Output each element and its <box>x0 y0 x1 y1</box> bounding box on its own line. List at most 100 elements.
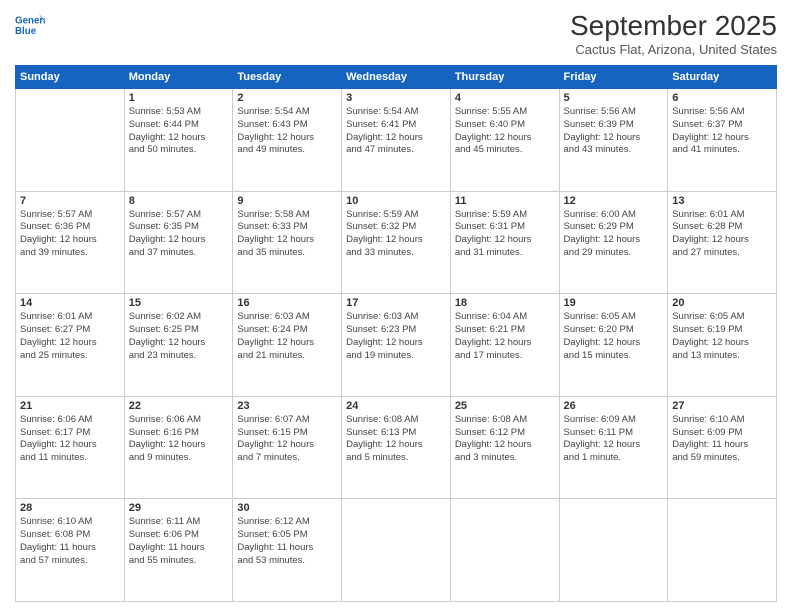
day-info: Sunrise: 6:05 AM Sunset: 6:20 PM Dayligh… <box>564 311 664 362</box>
day-info: Sunrise: 5:55 AM Sunset: 6:40 PM Dayligh… <box>455 106 555 157</box>
calendar-cell: 6 Sunrise: 5:56 AM Sunset: 6:37 PM Daylig… <box>668 89 777 192</box>
calendar-cell: 8 Sunrise: 5:57 AM Sunset: 6:35 PM Daylig… <box>124 191 233 294</box>
day-number: 18 <box>455 297 555 309</box>
day-info: Sunrise: 6:03 AM Sunset: 6:24 PM Dayligh… <box>237 311 337 362</box>
day-info: Sunrise: 6:02 AM Sunset: 6:25 PM Dayligh… <box>129 311 229 362</box>
day-info: Sunrise: 6:01 AM Sunset: 6:27 PM Dayligh… <box>20 311 120 362</box>
day-number: 15 <box>129 297 229 309</box>
day-info: Sunrise: 5:57 AM Sunset: 6:36 PM Dayligh… <box>20 209 120 260</box>
day-info: Sunrise: 6:06 AM Sunset: 6:17 PM Dayligh… <box>20 414 120 465</box>
day-number: 20 <box>672 297 772 309</box>
day-info: Sunrise: 6:00 AM Sunset: 6:29 PM Dayligh… <box>564 209 664 260</box>
weekday-header-monday: Monday <box>124 66 233 89</box>
day-info: Sunrise: 5:59 AM Sunset: 6:31 PM Dayligh… <box>455 209 555 260</box>
day-number: 10 <box>346 195 446 207</box>
calendar-cell <box>16 89 125 192</box>
day-number: 13 <box>672 195 772 207</box>
calendar-cell: 21 Sunrise: 6:06 AM Sunset: 6:17 PM Dayli… <box>16 396 125 499</box>
calendar-cell <box>342 499 451 602</box>
calendar-cell: 28 Sunrise: 6:10 AM Sunset: 6:08 PM Dayli… <box>16 499 125 602</box>
calendar-cell: 18 Sunrise: 6:04 AM Sunset: 6:21 PM Dayli… <box>450 294 559 397</box>
svg-text:General: General <box>15 16 45 27</box>
day-number: 27 <box>672 400 772 412</box>
calendar-cell: 29 Sunrise: 6:11 AM Sunset: 6:06 PM Dayli… <box>124 499 233 602</box>
page: General Blue September 2025 Cactus Flat,… <box>0 0 792 612</box>
calendar-cell: 25 Sunrise: 6:08 AM Sunset: 6:12 PM Dayli… <box>450 396 559 499</box>
day-number: 21 <box>20 400 120 412</box>
calendar-cell: 4Sunrise: 5:55 AM Sunset: 6:40 PM Daylig… <box>450 89 559 192</box>
day-info: Sunrise: 6:03 AM Sunset: 6:23 PM Dayligh… <box>346 311 446 362</box>
day-info: Sunrise: 6:10 AM Sunset: 6:08 PM Dayligh… <box>20 516 120 567</box>
weekday-header-tuesday: Tuesday <box>233 66 342 89</box>
day-number: 12 <box>564 195 664 207</box>
day-info: Sunrise: 5:57 AM Sunset: 6:35 PM Dayligh… <box>129 209 229 260</box>
day-number: 22 <box>129 400 229 412</box>
calendar-cell: 1 Sunrise: 5:53 AM Sunset: 6:44 PM Daylig… <box>124 89 233 192</box>
day-number: 19 <box>564 297 664 309</box>
day-info: Sunrise: 5:59 AM Sunset: 6:32 PM Dayligh… <box>346 209 446 260</box>
calendar-cell: 14 Sunrise: 6:01 AM Sunset: 6:27 PM Dayli… <box>16 294 125 397</box>
day-number: 6 <box>672 92 772 104</box>
day-number: 23 <box>237 400 337 412</box>
day-info: Sunrise: 6:01 AM Sunset: 6:28 PM Dayligh… <box>672 209 772 260</box>
day-number: 1 <box>129 92 229 104</box>
weekday-header-wednesday: Wednesday <box>342 66 451 89</box>
day-info: Sunrise: 6:08 AM Sunset: 6:12 PM Dayligh… <box>455 414 555 465</box>
calendar-cell: 9 Sunrise: 5:58 AM Sunset: 6:33 PM Daylig… <box>233 191 342 294</box>
calendar-cell <box>668 499 777 602</box>
weekday-header-thursday: Thursday <box>450 66 559 89</box>
day-number: 7 <box>20 195 120 207</box>
calendar-cell: 2 Sunrise: 5:54 AM Sunset: 6:43 PM Daylig… <box>233 89 342 192</box>
day-number: 2 <box>237 92 337 104</box>
day-number: 5 <box>564 92 664 104</box>
day-info: Sunrise: 6:09 AM Sunset: 6:11 PM Dayligh… <box>564 414 664 465</box>
day-info: Sunrise: 6:06 AM Sunset: 6:16 PM Dayligh… <box>129 414 229 465</box>
calendar-cell: 7 Sunrise: 5:57 AM Sunset: 6:36 PM Daylig… <box>16 191 125 294</box>
day-info: Sunrise: 6:08 AM Sunset: 6:13 PM Dayligh… <box>346 414 446 465</box>
calendar-cell: 19 Sunrise: 6:05 AM Sunset: 6:20 PM Dayli… <box>559 294 668 397</box>
day-info: Sunrise: 6:07 AM Sunset: 6:15 PM Dayligh… <box>237 414 337 465</box>
calendar-cell <box>559 499 668 602</box>
calendar-cell: 22 Sunrise: 6:06 AM Sunset: 6:16 PM Dayli… <box>124 396 233 499</box>
weekday-header-saturday: Saturday <box>668 66 777 89</box>
day-info: Sunrise: 5:53 AM Sunset: 6:44 PM Dayligh… <box>129 106 229 157</box>
day-number: 17 <box>346 297 446 309</box>
calendar-table: SundayMondayTuesdayWednesdayThursdayFrid… <box>15 65 777 602</box>
calendar-cell: 16 Sunrise: 6:03 AM Sunset: 6:24 PM Dayli… <box>233 294 342 397</box>
day-info: Sunrise: 5:56 AM Sunset: 6:37 PM Dayligh… <box>672 106 772 157</box>
month-title: September 2025 <box>570 10 777 42</box>
logo-icon: General Blue <box>15 10 45 40</box>
day-number: 14 <box>20 297 120 309</box>
day-info: Sunrise: 6:05 AM Sunset: 6:19 PM Dayligh… <box>672 311 772 362</box>
day-number: 11 <box>455 195 555 207</box>
day-number: 29 <box>129 502 229 514</box>
day-number: 24 <box>346 400 446 412</box>
day-number: 16 <box>237 297 337 309</box>
calendar-cell: 20 Sunrise: 6:05 AM Sunset: 6:19 PM Dayli… <box>668 294 777 397</box>
day-number: 30 <box>237 502 337 514</box>
weekday-header-sunday: Sunday <box>16 66 125 89</box>
day-number: 8 <box>129 195 229 207</box>
calendar-cell: 11 Sunrise: 5:59 AM Sunset: 6:31 PM Dayli… <box>450 191 559 294</box>
day-number: 9 <box>237 195 337 207</box>
calendar-cell: 30Sunrise: 6:12 AM Sunset: 6:05 PM Dayli… <box>233 499 342 602</box>
day-info: Sunrise: 6:11 AM Sunset: 6:06 PM Dayligh… <box>129 516 229 567</box>
day-info: Sunrise: 5:54 AM Sunset: 6:43 PM Dayligh… <box>237 106 337 157</box>
logo: General Blue <box>15 10 45 40</box>
title-block: September 2025 Cactus Flat, Arizona, Uni… <box>570 10 777 57</box>
calendar-cell: 27 Sunrise: 6:10 AM Sunset: 6:09 PM Dayli… <box>668 396 777 499</box>
calendar-cell: 26Sunrise: 6:09 AM Sunset: 6:11 PM Dayli… <box>559 396 668 499</box>
calendar-cell: 23 Sunrise: 6:07 AM Sunset: 6:15 PM Dayli… <box>233 396 342 499</box>
day-info: Sunrise: 5:58 AM Sunset: 6:33 PM Dayligh… <box>237 209 337 260</box>
calendar-cell: 24 Sunrise: 6:08 AM Sunset: 6:13 PM Dayli… <box>342 396 451 499</box>
calendar-cell: 17 Sunrise: 6:03 AM Sunset: 6:23 PM Dayli… <box>342 294 451 397</box>
calendar-cell: 12 Sunrise: 6:00 AM Sunset: 6:29 PM Dayli… <box>559 191 668 294</box>
day-info: Sunrise: 5:54 AM Sunset: 6:41 PM Dayligh… <box>346 106 446 157</box>
day-info: Sunrise: 6:10 AM Sunset: 6:09 PM Dayligh… <box>672 414 772 465</box>
calendar-cell: 13 Sunrise: 6:01 AM Sunset: 6:28 PM Dayli… <box>668 191 777 294</box>
calendar-cell: 3Sunrise: 5:54 AM Sunset: 6:41 PM Daylig… <box>342 89 451 192</box>
day-number: 25 <box>455 400 555 412</box>
header: General Blue September 2025 Cactus Flat,… <box>15 10 777 57</box>
day-number: 28 <box>20 502 120 514</box>
day-info: Sunrise: 6:04 AM Sunset: 6:21 PM Dayligh… <box>455 311 555 362</box>
